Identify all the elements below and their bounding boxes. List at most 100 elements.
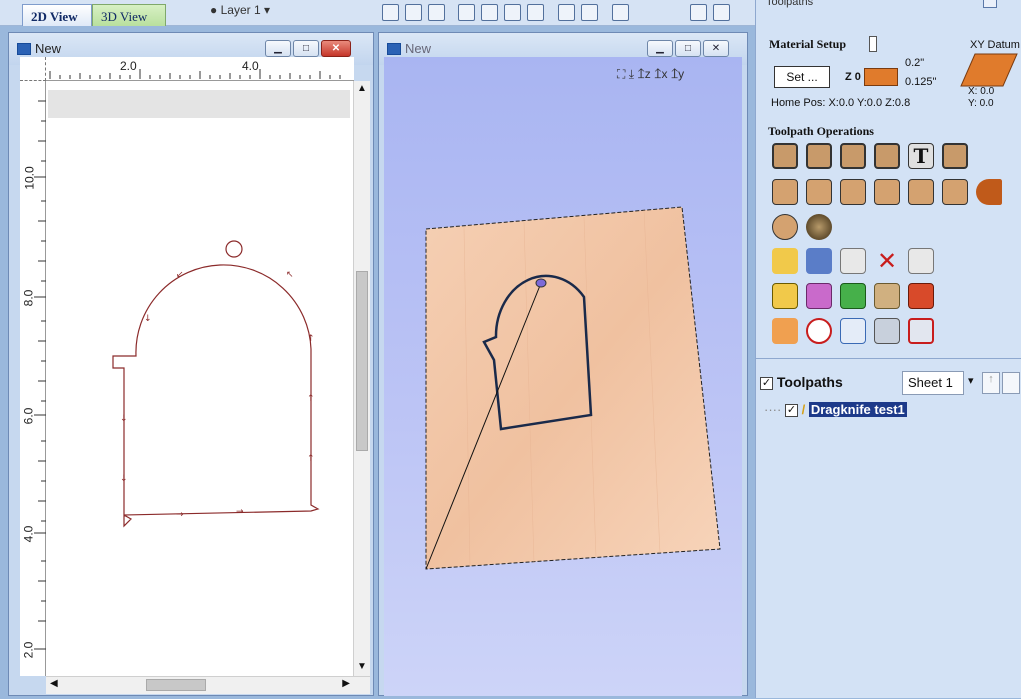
snap-icon[interactable] [458, 4, 475, 21]
3d-finishing-icon[interactable] [806, 214, 832, 240]
simulate-icon[interactable] [908, 283, 934, 309]
texture-icon[interactable] [840, 179, 866, 205]
toolpaths-toggle[interactable]: ✓ Toolpaths [760, 374, 843, 390]
toolpath-settings-icon[interactable] [874, 318, 900, 344]
zoom-extents-icon[interactable]: ⛶ [617, 67, 625, 81]
calculator-icon[interactable] [908, 248, 934, 274]
scroll-right-icon[interactable]: ▶ [342, 678, 350, 689]
reset-preview-icon[interactable] [840, 283, 866, 309]
tab-3d-view[interactable]: 3D View [92, 4, 166, 26]
quick-engrave-icon[interactable] [874, 143, 900, 169]
view-icon[interactable] [382, 4, 399, 21]
ruler-ticks [49, 69, 341, 79]
move-down-icon[interactable] [1002, 372, 1020, 394]
vertical-scrollbar[interactable]: ▲ ▼ [353, 81, 370, 676]
horizontal-scrollbar[interactable]: ◀ ▶ [46, 676, 370, 694]
layout-icon[interactable] [713, 4, 730, 21]
fluting-icon[interactable] [942, 143, 968, 169]
svg-text:↑: ↑ [307, 394, 315, 404]
close-button[interactable]: ✕ [703, 40, 729, 57]
move-up-icon[interactable]: ↑ [982, 372, 1000, 394]
layer-selector[interactable]: ● Layer 1 ▾ [210, 3, 270, 17]
ruler-corner[interactable] [20, 57, 46, 81]
drawing-canvas-2d[interactable]: ↓ ↓ → → ↑ ↑ ↑ ↖ ↙ ↓ [46, 81, 354, 676]
grid-icon[interactable] [428, 4, 445, 21]
ruler-label: 6.0 [21, 407, 36, 425]
checkbox-icon[interactable]: ✓ [784, 404, 798, 418]
view-icon[interactable] [405, 4, 422, 21]
scroll-thumb[interactable] [146, 679, 206, 691]
prism-icon[interactable] [874, 179, 900, 205]
moulding-sweep-icon[interactable] [976, 179, 1002, 205]
tree-icon[interactable] [612, 4, 629, 21]
chevron-down-icon[interactable]: ▾ [968, 374, 974, 387]
moulding-icon[interactable] [806, 179, 832, 205]
panel-header: Toolpaths [766, 0, 814, 8]
pin-icon[interactable] [983, 0, 997, 8]
window-title: New [35, 41, 62, 56]
set-button[interactable]: Set ... [774, 66, 830, 88]
toolpath-template-icon[interactable] [772, 248, 798, 274]
document-icon [387, 43, 401, 55]
edit-toolpath-icon[interactable] [806, 248, 832, 274]
view-x-icon[interactable]: ↥x [654, 67, 667, 81]
checkbox-icon[interactable]: ✓ [760, 376, 773, 390]
zoom-icon[interactable] [504, 4, 521, 21]
viewport-3d[interactable]: ⛶ ⤓ ↥z ↥x ↥y [384, 57, 742, 696]
layout-icon[interactable] [690, 4, 707, 21]
check-icon[interactable] [558, 4, 575, 21]
window-title: New [405, 41, 432, 56]
view-z-icon[interactable]: ↥z [637, 67, 650, 81]
ruler-top: 2.0 4.0 [20, 57, 354, 81]
home-position: Home Pos: X:0.0 Y:0.0 Z:0.8 [771, 97, 911, 109]
paint-icon[interactable] [581, 4, 598, 21]
copy-toolpath-icon[interactable] [840, 248, 866, 274]
svg-text:↓: ↓ [120, 414, 128, 424]
document-icon [17, 43, 31, 55]
preview-toolpath-icon[interactable] [772, 283, 798, 309]
sheet-select[interactable]: Sheet 1 [902, 371, 964, 395]
maximize-button[interactable]: □ [293, 40, 319, 57]
delete-toolpath-icon[interactable]: ✕ [874, 248, 900, 274]
scroll-up-icon[interactable]: ▲ [354, 83, 370, 94]
vcarve-icon[interactable]: T [908, 143, 934, 169]
maximize-button[interactable]: □ [675, 40, 701, 57]
chamfer-icon[interactable] [942, 179, 968, 205]
ruler-label: 2.0 [120, 59, 137, 73]
profile-toolpath-icon[interactable] [772, 143, 798, 169]
scroll-down-icon[interactable]: ▼ [354, 661, 370, 672]
tab-2d-view[interactable]: 2D View [22, 4, 92, 26]
iso-view-icon[interactable]: ⤓ [629, 67, 634, 81]
material-setup-title: Material Setup [769, 37, 846, 51]
drilling-toolpath-icon[interactable] [840, 143, 866, 169]
pocket-toolpath-icon[interactable] [806, 143, 832, 169]
view-y-icon[interactable]: ↥y [671, 67, 684, 81]
svg-text:↓: ↓ [144, 314, 152, 324]
plunge-icon[interactable] [908, 179, 934, 205]
xy-datum-icon[interactable] [959, 52, 1019, 90]
preview-all-icon[interactable] [806, 283, 832, 309]
tool-database-icon[interactable] [840, 318, 866, 344]
job-time-icon[interactable] [806, 318, 832, 344]
svg-text:→: → [236, 507, 244, 517]
minimize-button[interactable]: ▁ [647, 40, 673, 57]
close-button[interactable]: ✕ [321, 40, 351, 57]
scroll-left-icon[interactable]: ◀ [50, 678, 58, 689]
toolpath-tools-icon[interactable] [772, 318, 798, 344]
thickness-top: 0.2" [905, 57, 925, 69]
minimize-button[interactable]: ▁ [265, 40, 291, 57]
ruler-label: 4.0 [242, 59, 259, 73]
scroll-thumb[interactable] [356, 271, 368, 451]
view-controls[interactable]: ⛶ ⤓ ↥z ↥x ↥y [617, 67, 684, 82]
toolpath-item[interactable]: ···· ✓ / Dragknife test1 [764, 402, 907, 418]
toolpath-vector-2d: ↓ ↓ → → ↑ ↑ ↑ ↖ ↙ ↓ [112, 240, 320, 528]
zoom-icon[interactable] [527, 4, 544, 21]
3d-roughing-icon[interactable] [772, 214, 798, 240]
zoom-icon[interactable] [481, 4, 498, 21]
preview-material-icon[interactable] [874, 283, 900, 309]
save-toolpath-icon[interactable] [908, 318, 934, 344]
inlay-icon[interactable] [772, 179, 798, 205]
start-point [535, 278, 547, 288]
datum-x: X: 0.0 [968, 86, 995, 97]
xy-datum-title: XY Datum [970, 39, 1020, 51]
